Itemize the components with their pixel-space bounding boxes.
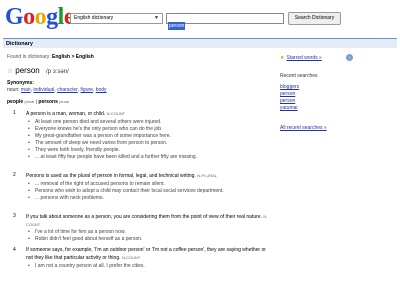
example-sentence: Robin didn't feel good about herself as … [28,236,142,243]
logo-letter: o [34,4,47,30]
example-sentence: ... persons with neck problems. [28,195,104,202]
example-sentence: Everyone knows he's the only person who … [28,126,162,133]
dictionary-select-value: English dictionary [74,15,114,21]
word-forms: people plural | persons plural [7,98,69,106]
example-sentence: At least one person died and several oth… [28,119,161,126]
example-sentence: I've a lot of time for him as a person n… [28,229,126,236]
recent-search-link[interactable]: person [280,91,295,98]
definition-text: If someone says, for example, 'I'm an ou… [26,247,270,262]
search-input[interactable]: person [166,13,284,30]
recent-search-link[interactable]: yatumai [280,105,298,112]
synonym-link[interactable]: man [21,87,31,93]
logo-letter: o [23,4,35,30]
definition-text: Persons is used as the plural of person … [26,172,270,180]
definition-tag: N-COUNT [121,255,141,260]
definition-number: 1 [13,110,16,116]
star-icon[interactable]: ☆ [7,68,13,75]
found-prefix: Found in dictionary: [7,54,51,60]
star-icon: ★ [280,55,285,61]
synonym-link[interactable]: figure [80,87,93,93]
logo-letter: G [5,4,24,30]
found-in-dictionary: Found in dictionary: English > English [7,54,94,61]
definition-sentence: If someone says, for example, 'I'm an ou… [26,247,266,261]
headword-text: person [15,66,40,75]
recent-search-link[interactable]: person [280,98,295,105]
headword: ☆ person /pˈɜːsən/ [7,66,69,77]
form-persons: persons [38,99,58,105]
synonyms-list: noun: man, individual, character, figure… [7,87,107,93]
definition-tag: N-PLURAL [197,173,217,178]
google-logo[interactable]: Google [5,4,75,30]
definition-text: A person is a man, woman, or child. N-CO… [26,110,270,118]
logo-letter: g [46,4,58,30]
synonyms-pos: noun: [7,87,20,93]
header: Google English dictionary ▼ person Searc… [0,0,400,38]
help-icon[interactable]: ? [346,54,353,61]
definition-sentence: A person is a man, woman, or child. [26,111,106,117]
definition-number: 4 [13,247,16,253]
starred-words-label: Starred words » [286,55,322,61]
dictionary-select[interactable]: English dictionary ▼ [70,13,163,24]
form-tag: plural [59,99,70,104]
synonym-link[interactable]: character [57,87,78,93]
example-sentence: I am not a country person at all. I pref… [28,263,145,270]
recent-searches-title: Recent searches [280,73,318,79]
recent-search-link[interactable]: bloggers [280,84,299,91]
example-sentence: ... at least fifty four people have been… [28,154,197,161]
form-tag: plural [24,99,35,104]
synonyms-label: Synonyms: [7,80,34,86]
search-dictionary-button[interactable]: Search Dictionary [288,12,341,25]
definition-text: If you talk about someone as a person, y… [26,213,270,229]
page-title: Dictionary [6,41,33,47]
starred-words-link[interactable]: ★ Starred words » [280,55,322,62]
definition-sentence: If you talk about someone as a person, y… [26,214,262,220]
example-sentence: Persons who wish to adopt a child may co… [28,188,224,195]
example-sentence: They were both lovely, friendly people. [28,147,120,154]
definition-number: 3 [13,213,16,219]
all-recent-searches-link[interactable]: All recent searches » [280,125,327,132]
found-language: English > English [52,54,94,60]
pronunciation: /pˈɜːsən/ [45,69,69,75]
definition-tag: N-COUNT [106,111,126,116]
definition-sentence: Persons is used as the plural of person … [26,173,196,179]
chevron-down-icon: ▼ [154,15,159,21]
example-sentence: My great-grandfather was a person of som… [28,133,171,140]
form-separator: | [35,99,38,105]
form-people: people [7,99,24,105]
definition-number: 2 [13,172,16,178]
synonym-link[interactable]: individual [33,87,54,93]
search-input-value: person [168,22,186,30]
title-bar: Dictionary [3,38,397,48]
synonym-link[interactable]: body [96,87,107,93]
example-sentence: ... removal of the right of accused pers… [28,181,165,188]
example-sentence: The amount of sleep we need varies from … [28,140,167,147]
